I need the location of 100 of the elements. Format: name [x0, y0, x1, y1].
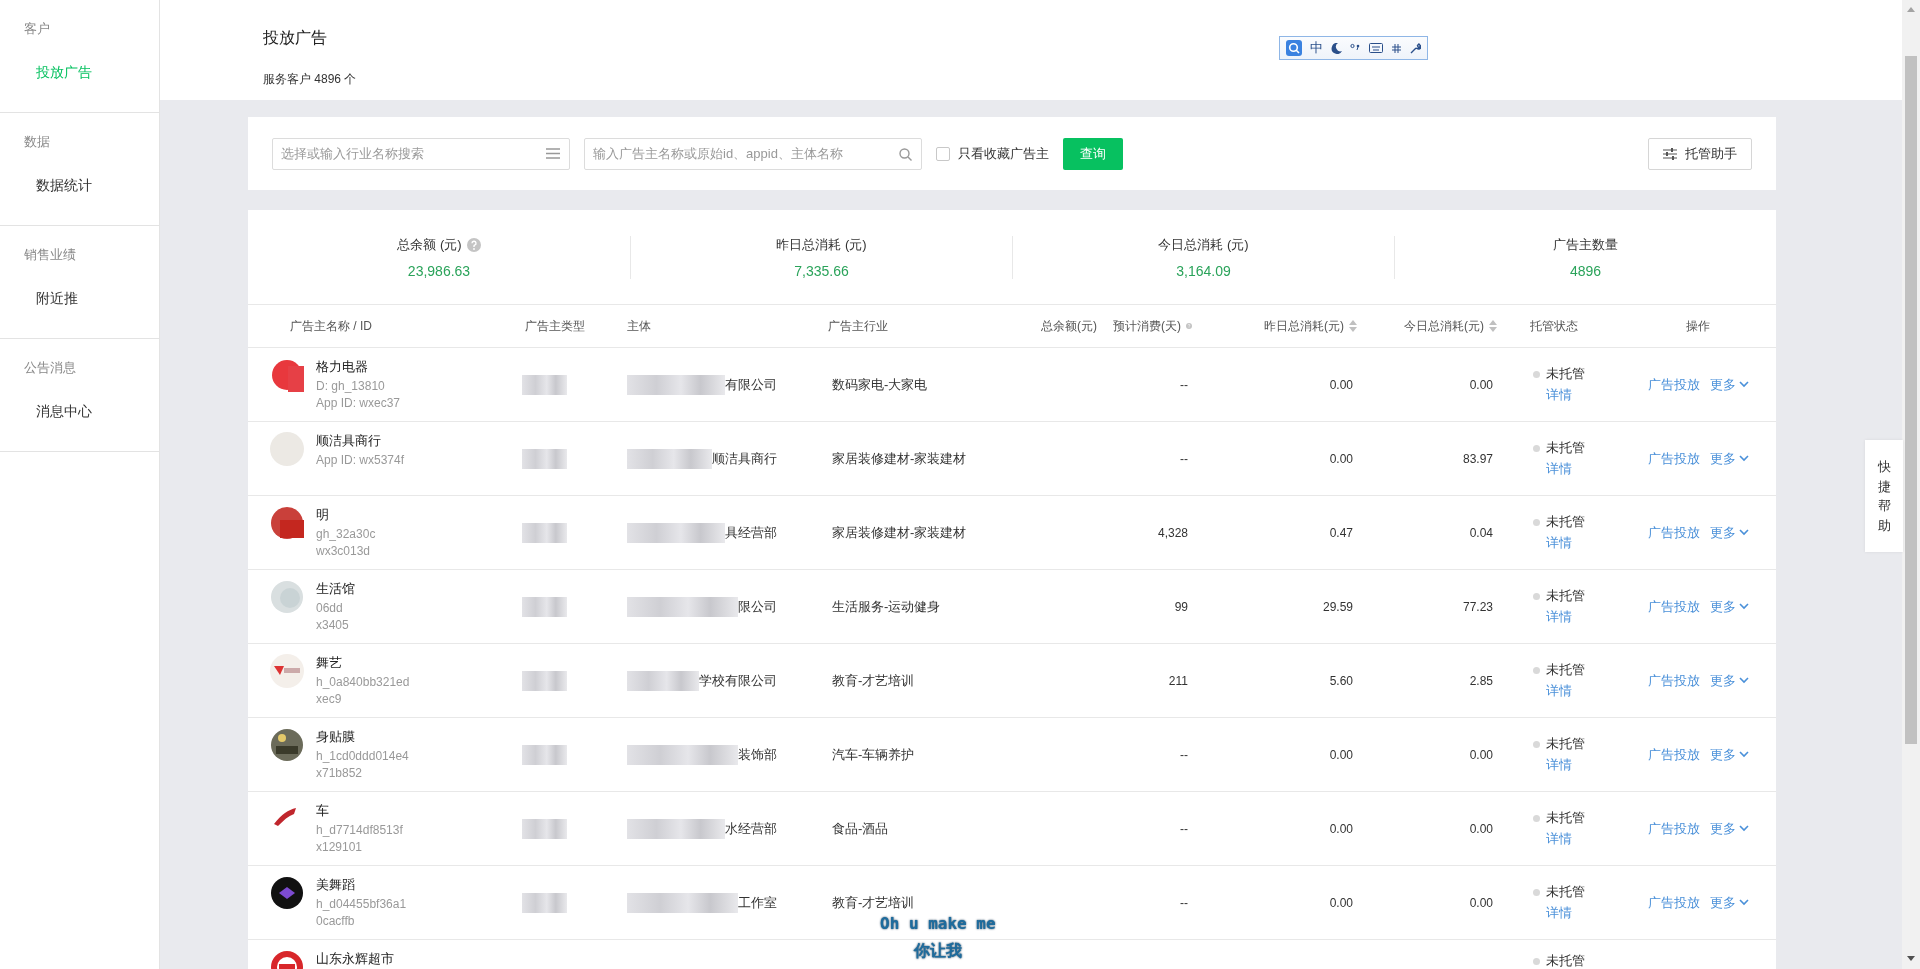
redaction-blur: [522, 892, 567, 913]
app-id: x129101: [316, 840, 364, 854]
redaction-blur: [522, 374, 567, 395]
sidebar-item[interactable]: 数据统计: [0, 177, 159, 195]
more-link[interactable]: 更多: [1709, 375, 1749, 394]
checkbox-label: 只看收藏广告主: [958, 144, 1049, 163]
quick-help-tab[interactable]: 快捷帮助: [1865, 440, 1903, 552]
column-header: 预计消费(天): [1113, 317, 1181, 335]
table-cell: 0.04: [1469, 525, 1493, 540]
status-dot: [1533, 888, 1540, 896]
status-dot: [1533, 444, 1540, 452]
detail-link[interactable]: 详情: [1533, 682, 1620, 700]
table-cell: 83.97: [1462, 451, 1493, 466]
table-cell: 顺洁具商行: [712, 449, 777, 468]
app-id: App ID: wx5374f: [316, 453, 405, 467]
action-link[interactable]: 广告投放: [1647, 893, 1700, 912]
lyrics-line: 你让我: [913, 941, 962, 962]
industry-select[interactable]: 选择或输入行业名称搜索: [272, 137, 570, 170]
status-dot: [1533, 518, 1540, 526]
status-text: 未托管: [1546, 365, 1585, 383]
table-cell: 具经营部: [725, 523, 777, 542]
table-cell: 教育-才艺培训: [832, 671, 915, 690]
column-header: 广告主名称 / ID: [290, 317, 372, 335]
action-link[interactable]: 广告投放: [1647, 745, 1700, 764]
table-cell: --: [1180, 895, 1188, 910]
stat-value: 7,335.66: [794, 262, 849, 279]
action-link[interactable]: 广告投放: [1647, 449, 1700, 468]
detail-link[interactable]: 详情: [1533, 534, 1620, 552]
status-dot: [1533, 592, 1540, 600]
detail-link[interactable]: 详情: [1533, 756, 1620, 774]
advertiser-id: h_0a840bb321ed: [316, 675, 410, 689]
more-link[interactable]: 更多: [1709, 597, 1749, 616]
search-icon[interactable]: [1286, 40, 1302, 56]
query-button[interactable]: 查询: [1063, 137, 1123, 170]
action-link[interactable]: 广告投放: [1647, 597, 1700, 616]
table-cell: 家居装修建材-家装建材: [832, 449, 967, 468]
sidebar-item[interactable]: 投放广告: [0, 64, 159, 82]
redaction-blur: [627, 670, 699, 691]
table-cell: 0.00: [1329, 821, 1353, 836]
status-text: 未托管: [1546, 883, 1585, 901]
wrench-icon[interactable]: [1410, 42, 1421, 54]
input-mode-toggle[interactable]: 中: [1310, 39, 1323, 57]
column-header: 托管状态: [1530, 317, 1578, 335]
punctuation-icon[interactable]: [1350, 43, 1361, 53]
more-link[interactable]: 更多: [1709, 819, 1749, 838]
table-cell: 食品-酒品: [832, 819, 889, 838]
status-dot: [1533, 814, 1540, 822]
keyboard-icon[interactable]: [1369, 43, 1383, 53]
table-cell: --: [1180, 821, 1188, 836]
checkbox[interactable]: [936, 146, 950, 161]
table-cell: 水经营部: [725, 819, 777, 838]
status-text: 未托管: [1546, 952, 1585, 969]
table-cell: --: [1180, 377, 1188, 392]
app-id: xec9: [316, 692, 343, 706]
action-link[interactable]: 广告投放: [1647, 375, 1700, 394]
advertiser-id: gh_32a30c: [316, 527, 376, 541]
table-cell: --: [1180, 451, 1188, 466]
chevron-down-icon: [1738, 603, 1749, 610]
redaction-blur: [522, 448, 567, 469]
advertiser-name: 生活馆: [316, 580, 355, 598]
moon-icon[interactable]: [1331, 42, 1342, 54]
more-link[interactable]: 更多: [1709, 523, 1749, 542]
sidebar-item[interactable]: 消息中心: [0, 403, 159, 421]
more-link[interactable]: 更多: [1709, 671, 1749, 690]
detail-link[interactable]: 详情: [1533, 386, 1620, 404]
app-id: App ID: wxec37: [316, 396, 401, 410]
chevron-down-icon: [1738, 899, 1749, 906]
advertiser-name: 美舞蹈: [316, 876, 356, 894]
action-link[interactable]: 广告投放: [1647, 671, 1700, 690]
column-header: 今日总消耗(元): [1404, 317, 1484, 335]
action-link[interactable]: 广告投放: [1647, 523, 1700, 542]
lyrics-line: Oh u make me: [880, 914, 996, 933]
hash-icon[interactable]: [1391, 42, 1402, 54]
advertiser-id: h_1cd0ddd014e4: [316, 749, 409, 763]
more-link[interactable]: 更多: [1709, 893, 1749, 912]
table-cell: 0.00: [1329, 895, 1353, 910]
table-cell: --: [1180, 747, 1188, 762]
action-link[interactable]: 广告投放: [1647, 819, 1700, 838]
search-field[interactable]: 输入广告主名称或原始id、appid、主体名称: [584, 137, 922, 170]
advertiser-name: 车: [316, 802, 330, 820]
table-cell: 0.00: [1329, 747, 1353, 762]
sliders-icon: [1663, 147, 1677, 160]
more-link[interactable]: 更多: [1709, 449, 1749, 468]
more-link[interactable]: 更多: [1709, 745, 1749, 764]
redaction-blur: [522, 596, 567, 617]
assistant-button[interactable]: 托管助手: [1648, 137, 1752, 170]
detail-link[interactable]: 详情: [1533, 904, 1620, 922]
sidebar-item[interactable]: 附近推: [0, 290, 159, 308]
detail-link[interactable]: 详情: [1533, 460, 1620, 478]
redaction-blur: [522, 744, 567, 765]
stat-label: 总余额 (元): [397, 235, 462, 254]
search-icon: [899, 147, 912, 161]
column-header: 总余额(元): [1041, 317, 1097, 335]
detail-link[interactable]: 详情: [1533, 608, 1620, 626]
status-text: 未托管: [1546, 661, 1585, 679]
detail-link[interactable]: 详情: [1533, 830, 1620, 848]
sidebar-group-title: 公告消息: [23, 359, 77, 377]
table-cell: 装饰部: [738, 745, 777, 764]
column-header: 主体: [627, 317, 651, 335]
status-text: 未托管: [1546, 587, 1585, 605]
